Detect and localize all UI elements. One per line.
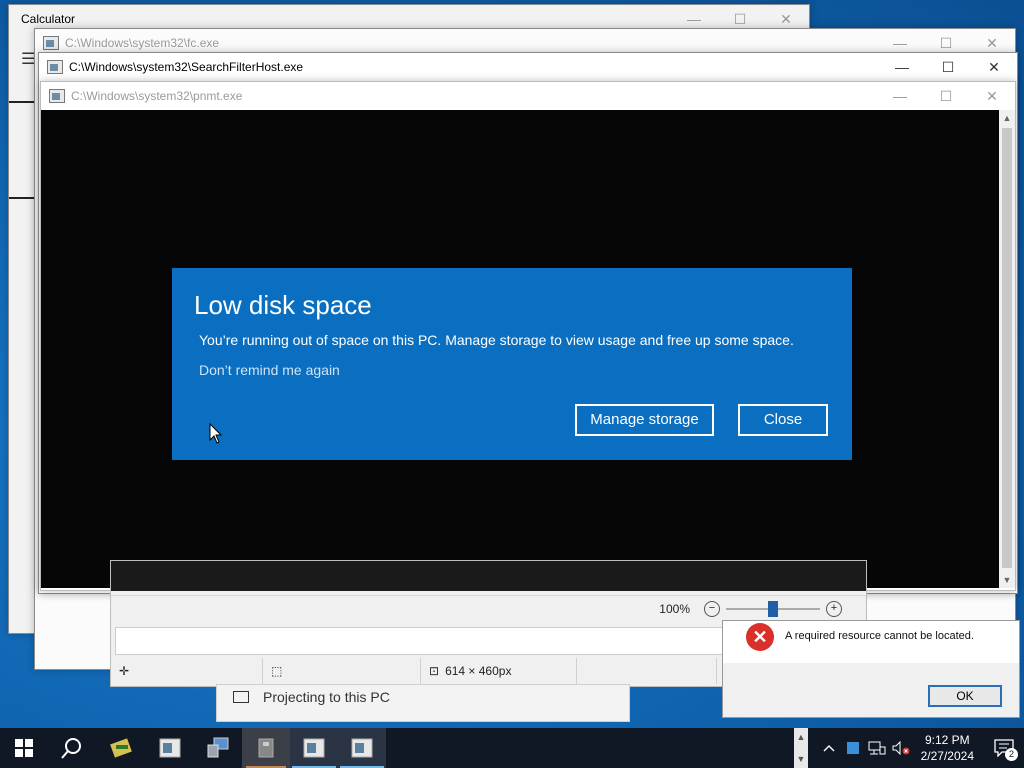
- searchfilterhost-maximize-button[interactable]: ☐: [925, 53, 971, 81]
- low-disk-space-dialog: Low disk space You’re running out of spa…: [172, 268, 852, 460]
- console-app-icon: [49, 89, 65, 103]
- error-icon: ✕: [746, 623, 774, 651]
- taskbar-app-archive[interactable]: [242, 728, 290, 768]
- network-icon: [868, 741, 886, 755]
- scroll-down-icon[interactable]: ▼: [999, 572, 1015, 588]
- chevron-up-icon: [823, 745, 835, 752]
- taskbar: ▲ ▼ 9:12 PM 2/27/2024 2: [0, 728, 1024, 768]
- volume-button[interactable]: [889, 728, 913, 768]
- console-app-icon: [43, 36, 59, 50]
- calculator-title: Calculator: [21, 12, 76, 26]
- scrollbar-thumb[interactable]: [1002, 128, 1012, 568]
- searchfilterhost-titlebar[interactable]: C:\Windows\system32\SearchFilterHost.exe…: [39, 53, 1017, 81]
- dialog-title: Low disk space: [194, 290, 372, 320]
- pnmt-close-button[interactable]: ✕: [969, 82, 1015, 110]
- vertical-scrollbar[interactable]: ▲ ▼: [999, 110, 1015, 588]
- notification-count-badge: 2: [1005, 748, 1018, 761]
- ok-button[interactable]: OK: [928, 685, 1002, 707]
- tool-app-icon: [110, 738, 132, 758]
- searchfilterhost-minimize-button[interactable]: —: [879, 53, 925, 81]
- start-button[interactable]: [0, 728, 48, 768]
- canvas-size-label: 614 × 460px: [445, 664, 512, 678]
- searchfilterhost-close-button[interactable]: ✕: [971, 53, 1017, 81]
- pnmt-titlebar[interactable]: C:\Windows\system32\pnmt.exe — ☐ ✕: [41, 82, 1015, 110]
- canvas-size-icon: ⊡: [429, 664, 440, 678]
- windows-logo-icon: [15, 739, 33, 757]
- error-dialog-footer: OK: [723, 663, 1019, 717]
- window-app-icon: [303, 738, 325, 758]
- volume-muted-icon: [892, 741, 910, 755]
- taskbar-app-tool[interactable]: [98, 728, 146, 768]
- searchfilterhost-title: C:\Windows\system32\SearchFilterHost.exe: [69, 60, 304, 74]
- zoom-percent: 100%: [659, 602, 690, 616]
- error-dialog[interactable]: ✕ A required resource cannot be located.…: [722, 620, 1020, 718]
- mouse-pointer-icon: [209, 423, 223, 444]
- search-button[interactable]: [48, 728, 96, 768]
- zoom-slider-knob[interactable]: [768, 601, 778, 617]
- window-app-icon: [351, 738, 373, 758]
- computer-management-icon: [207, 737, 229, 758]
- projecting-icon: [233, 691, 249, 703]
- window-app-icon: [159, 738, 181, 758]
- taskbar-app-computer[interactable]: [194, 728, 242, 768]
- network-button[interactable]: [865, 728, 889, 768]
- zoom-in-button[interactable]: +: [826, 601, 842, 617]
- clock-date: 2/27/2024: [920, 749, 974, 763]
- scroll-up-icon[interactable]: ▲: [794, 732, 808, 742]
- dialog-message: You’re running out of space on this PC. …: [199, 332, 794, 348]
- manage-storage-button[interactable]: Manage storage: [575, 404, 714, 436]
- console-app-icon: [47, 60, 63, 74]
- selection-size-icon: ⬚: [263, 658, 421, 684]
- settings-window-back[interactable]: Projecting to this PC: [216, 684, 630, 722]
- scroll-down-icon[interactable]: ▼: [794, 754, 808, 764]
- pnmt-maximize-button[interactable]: ☐: [923, 82, 969, 110]
- taskbar-app-window-3[interactable]: [338, 728, 386, 768]
- taskbar-app-window-1[interactable]: [146, 728, 194, 768]
- dont-remind-link[interactable]: Don’t remind me again: [199, 362, 340, 378]
- zoom-slider[interactable]: [726, 601, 820, 617]
- projecting-label[interactable]: Projecting to this PC: [263, 689, 390, 705]
- taskbar-scroll[interactable]: ▲ ▼: [794, 728, 808, 768]
- paint-canvas-edge: [111, 561, 866, 591]
- clock[interactable]: 9:12 PM 2/27/2024: [921, 732, 974, 764]
- tray-app-icon: [846, 742, 859, 754]
- action-center-button[interactable]: 2: [984, 728, 1024, 768]
- zoom-out-button[interactable]: −: [704, 601, 720, 617]
- system-tray: 9:12 PM 2/27/2024 2: [817, 728, 1024, 768]
- status-segment: [577, 658, 717, 684]
- close-button[interactable]: Close: [738, 404, 828, 436]
- pnmt-title: C:\Windows\system32\pnmt.exe: [71, 89, 243, 103]
- show-hidden-icons-button[interactable]: [817, 728, 841, 768]
- error-message: A required resource cannot be located.: [785, 630, 974, 642]
- scroll-up-icon[interactable]: ▲: [999, 110, 1015, 126]
- fc-title: C:\Windows\system32\fc.exe: [65, 36, 220, 50]
- clock-time: 9:12 PM: [924, 733, 970, 747]
- cursor-position-icon: ✛: [111, 658, 263, 684]
- zoom-bar: 100% − +: [111, 595, 866, 622]
- tray-app-button[interactable]: [841, 728, 865, 768]
- pnmt-minimize-button[interactable]: —: [877, 82, 923, 110]
- search-icon: [61, 738, 81, 759]
- taskbar-app-window-2[interactable]: [290, 728, 338, 768]
- archive-app-icon: [258, 738, 274, 758]
